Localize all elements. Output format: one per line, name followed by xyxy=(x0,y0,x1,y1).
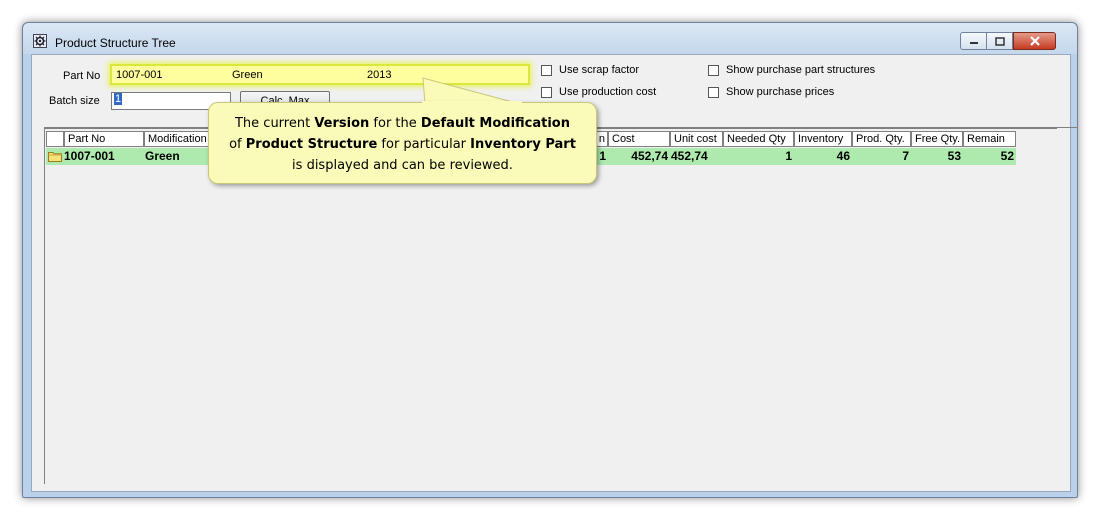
part-no-field[interactable]: 1007-001 Green 2013 xyxy=(110,64,530,85)
checkbox-label: Show purchase part structures xyxy=(726,64,876,76)
callout-text: The current Version for the Default Modi… xyxy=(229,116,576,173)
minimize-icon xyxy=(969,42,978,44)
col-header-part-no[interactable]: Part No xyxy=(64,131,144,147)
checkbox-label: Use production cost xyxy=(559,86,657,98)
use-scrap-factor-checkbox[interactable]: Use scrap factor xyxy=(541,64,639,76)
app-gear-icon xyxy=(33,34,47,48)
batch-size-value: 1 xyxy=(114,93,123,105)
col-header-cost[interactable]: Cost xyxy=(608,131,670,147)
col-header-qty-label: n xyxy=(598,133,605,145)
cell-inventory: 46 xyxy=(836,149,850,163)
window-title: Product Structure Tree xyxy=(55,36,176,50)
close-button[interactable] xyxy=(1013,32,1056,50)
col-header-free-qty[interactable]: Free Qty. xyxy=(911,131,963,147)
title-bar[interactable]: Product Structure Tree xyxy=(23,23,1077,54)
folder-icon xyxy=(48,152,62,162)
part-no-label: Part No xyxy=(63,70,101,82)
callout-pointer-join xyxy=(422,101,522,104)
cell-unit-cost: 452,74 xyxy=(671,149,708,163)
cell-free-qty: 53 xyxy=(947,149,961,163)
maximize-button[interactable] xyxy=(987,32,1013,50)
checkbox-box xyxy=(708,64,719,76)
cell-prod-qty: 7 xyxy=(902,149,909,163)
col-header-unit-cost[interactable]: Unit cost xyxy=(670,131,723,147)
cell-needed-qty: 1 xyxy=(785,149,792,163)
checkbox-label: Show purchase prices xyxy=(726,86,835,98)
tooltip-callout: The current Version for the Default Modi… xyxy=(208,102,597,184)
batch-size-label: Batch size xyxy=(49,95,100,107)
col-header-needed-qty[interactable]: Needed Qty xyxy=(723,131,794,147)
header-corner xyxy=(46,131,64,147)
col-header-remain[interactable]: Remain xyxy=(963,131,1016,147)
checkbox-box xyxy=(541,86,552,98)
cell-remain: 52 xyxy=(1000,149,1014,163)
checkbox-box xyxy=(708,86,719,98)
minimize-button[interactable] xyxy=(960,32,987,50)
close-icon xyxy=(1029,36,1040,46)
version-value: 2013 xyxy=(367,69,392,81)
cell-cost: 452,74 xyxy=(631,149,668,163)
product-structure-window: Product Structure Tree Part No 1007-001 … xyxy=(22,22,1078,498)
show-purchase-structures-checkbox[interactable]: Show purchase part structures xyxy=(708,64,875,76)
col-header-prod-qty[interactable]: Prod. Qty. xyxy=(852,131,911,147)
show-purchase-prices-checkbox[interactable]: Show purchase prices xyxy=(708,86,834,98)
maximize-icon xyxy=(994,36,1005,46)
checkbox-box xyxy=(541,64,552,76)
col-header-inventory[interactable]: Inventory xyxy=(794,131,852,147)
checkbox-label: Use scrap factor xyxy=(559,64,640,76)
cell-part-no: 1007-001 xyxy=(64,149,115,163)
use-production-cost-checkbox[interactable]: Use production cost xyxy=(541,86,656,98)
cell-modification: Green xyxy=(145,149,180,163)
part-no-value: 1007-001 xyxy=(116,69,163,81)
col-header-modification[interactable]: Modification xyxy=(144,131,209,147)
modification-value: Green xyxy=(232,69,263,81)
